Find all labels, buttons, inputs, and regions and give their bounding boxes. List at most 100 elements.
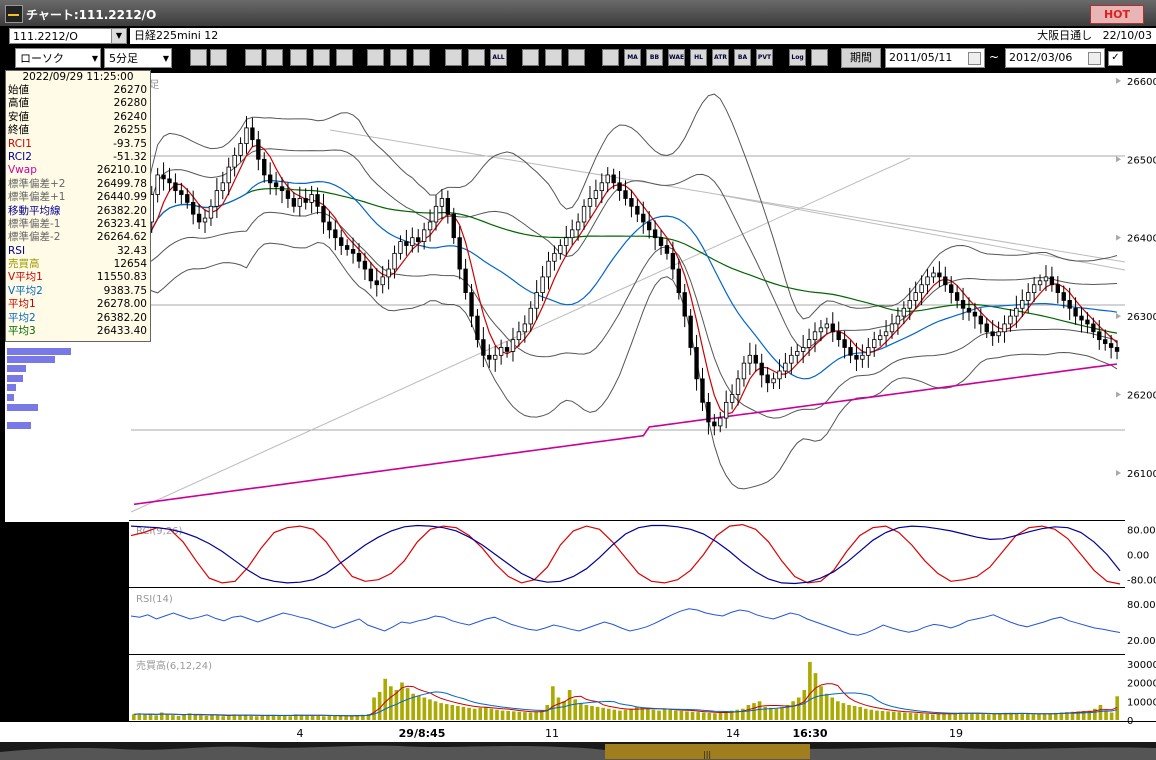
data-row-label: RCI2 (8, 150, 32, 163)
log-icon[interactable]: Log (789, 49, 806, 66)
candle-down (161, 174, 166, 180)
candle-up (238, 143, 243, 156)
volume-bar (875, 710, 879, 720)
bar-icon[interactable] (290, 49, 307, 66)
price-tick-label: 26400 (1127, 234, 1156, 245)
candle-down (854, 354, 859, 360)
data-row: 平均3 26433.40 (6, 325, 150, 338)
chart-type-select[interactable]: ローソク ▼ (15, 48, 101, 68)
wae-icon[interactable]: WAE (668, 49, 685, 66)
volume-bar (416, 695, 421, 720)
candle-down (279, 186, 285, 192)
ma-icon[interactable]: MA (624, 49, 641, 66)
volume-profile-bar (7, 404, 38, 411)
volume-bar (858, 706, 862, 720)
bb-icon[interactable]: BB (646, 49, 663, 66)
all-icon[interactable]: ALL (490, 49, 507, 66)
insert-right-icon[interactable] (468, 49, 485, 66)
candle-down (327, 221, 332, 231)
candle-down (356, 252, 362, 262)
atr-icon[interactable]: ATR (712, 49, 729, 66)
data-row-label: V平均2 (8, 284, 43, 297)
chart-export-icon[interactable] (811, 49, 828, 66)
period-button[interactable]: 期間 (841, 48, 881, 68)
candle-down (954, 292, 960, 301)
volume-bar (517, 711, 522, 720)
candle-down (1067, 300, 1072, 309)
chevron-down-icon[interactable]: ▼ (111, 29, 126, 43)
ba-icon[interactable]: BA (734, 49, 751, 66)
volume-bar (282, 715, 287, 720)
period-checkbox[interactable]: ✓ (1108, 51, 1123, 66)
volume-profile (5, 342, 129, 522)
chart-area[interactable]: ||| 5分足 RCI(9,26) RSI(14) 売買高(6,12,24) 2… (0, 70, 1156, 760)
split-icon[interactable] (210, 49, 227, 66)
color-icon[interactable] (568, 49, 585, 66)
scrollbar-grip: ||| (703, 750, 711, 759)
chevron-down-icon[interactable]: ▼ (163, 49, 169, 69)
pvt-icon[interactable]: PVT (756, 49, 773, 66)
pen-icon[interactable] (367, 49, 384, 66)
candle-up (718, 417, 723, 427)
data-row-value: 26264.62 (96, 231, 147, 244)
date-to-field[interactable]: 2012/03/06 (1005, 48, 1105, 68)
volume-bar (662, 708, 667, 720)
data-row: 平均2 26382.20 (6, 312, 150, 325)
candle-down (694, 347, 699, 380)
cursor-icon[interactable] (390, 49, 407, 66)
volume-bar (802, 690, 807, 720)
candle-down (1114, 347, 1120, 352)
volume-bar (344, 716, 348, 720)
candle-up (860, 354, 865, 360)
volume-bar (713, 713, 717, 720)
candle-up (925, 276, 930, 286)
warn-icon[interactable] (336, 49, 353, 66)
calendar-icon[interactable] (1088, 52, 1101, 65)
volume-bar (1037, 714, 1041, 720)
candle-up (528, 307, 533, 325)
undo-icon[interactable] (413, 49, 430, 66)
volume-bar (444, 704, 449, 720)
hot-button[interactable]: HOT (1090, 5, 1144, 24)
data-row-label: 高値 (8, 97, 29, 110)
flag-icon[interactable] (313, 49, 330, 66)
price-tick-label: 26100 (1127, 469, 1156, 480)
volume-bar (148, 714, 153, 720)
price-tick-label: 26300 (1127, 312, 1156, 323)
volume-bar (590, 705, 594, 720)
symbol-select[interactable]: 111.2212/O ▼ (9, 28, 127, 44)
volume-bar (830, 697, 835, 720)
volume-bar (752, 703, 756, 720)
data-row-label: 始値 (8, 84, 29, 96)
volume-bar (673, 710, 678, 720)
settings-icon[interactable] (522, 49, 539, 66)
data-row: V平均1 11550.83 (6, 271, 150, 284)
data-row-label: 標準偏差-2 (8, 231, 61, 244)
volume-bar (210, 715, 214, 720)
data-row-value: -93.75 (113, 137, 147, 150)
chevron-down-icon[interactable]: ▼ (92, 49, 98, 69)
volume-bar (852, 705, 857, 720)
date-from-field[interactable]: 2011/05/11 (885, 48, 985, 68)
hl-icon[interactable]: HL (690, 49, 707, 66)
candle-up (729, 394, 735, 403)
q-icon[interactable] (266, 49, 283, 66)
volume-bar (746, 705, 751, 720)
tool-icon[interactable] (545, 49, 562, 66)
candle-down (664, 245, 670, 254)
candle-down (652, 229, 658, 239)
interval-select[interactable]: 5分足 ▼ (104, 48, 172, 68)
volume-bar (824, 693, 829, 720)
candle-down (629, 198, 634, 207)
candle-down (658, 237, 664, 246)
volume-bar (254, 716, 259, 720)
insert-left-icon[interactable] (445, 49, 462, 66)
calendar-icon[interactable] (968, 52, 981, 65)
candle-up (214, 190, 220, 207)
volume-bar (718, 712, 723, 720)
bull-icon[interactable] (245, 49, 262, 66)
candle-down (1049, 276, 1055, 286)
grid-icon[interactable] (602, 49, 619, 66)
zoom-icon[interactable] (190, 49, 207, 66)
volume-bar (768, 707, 773, 720)
